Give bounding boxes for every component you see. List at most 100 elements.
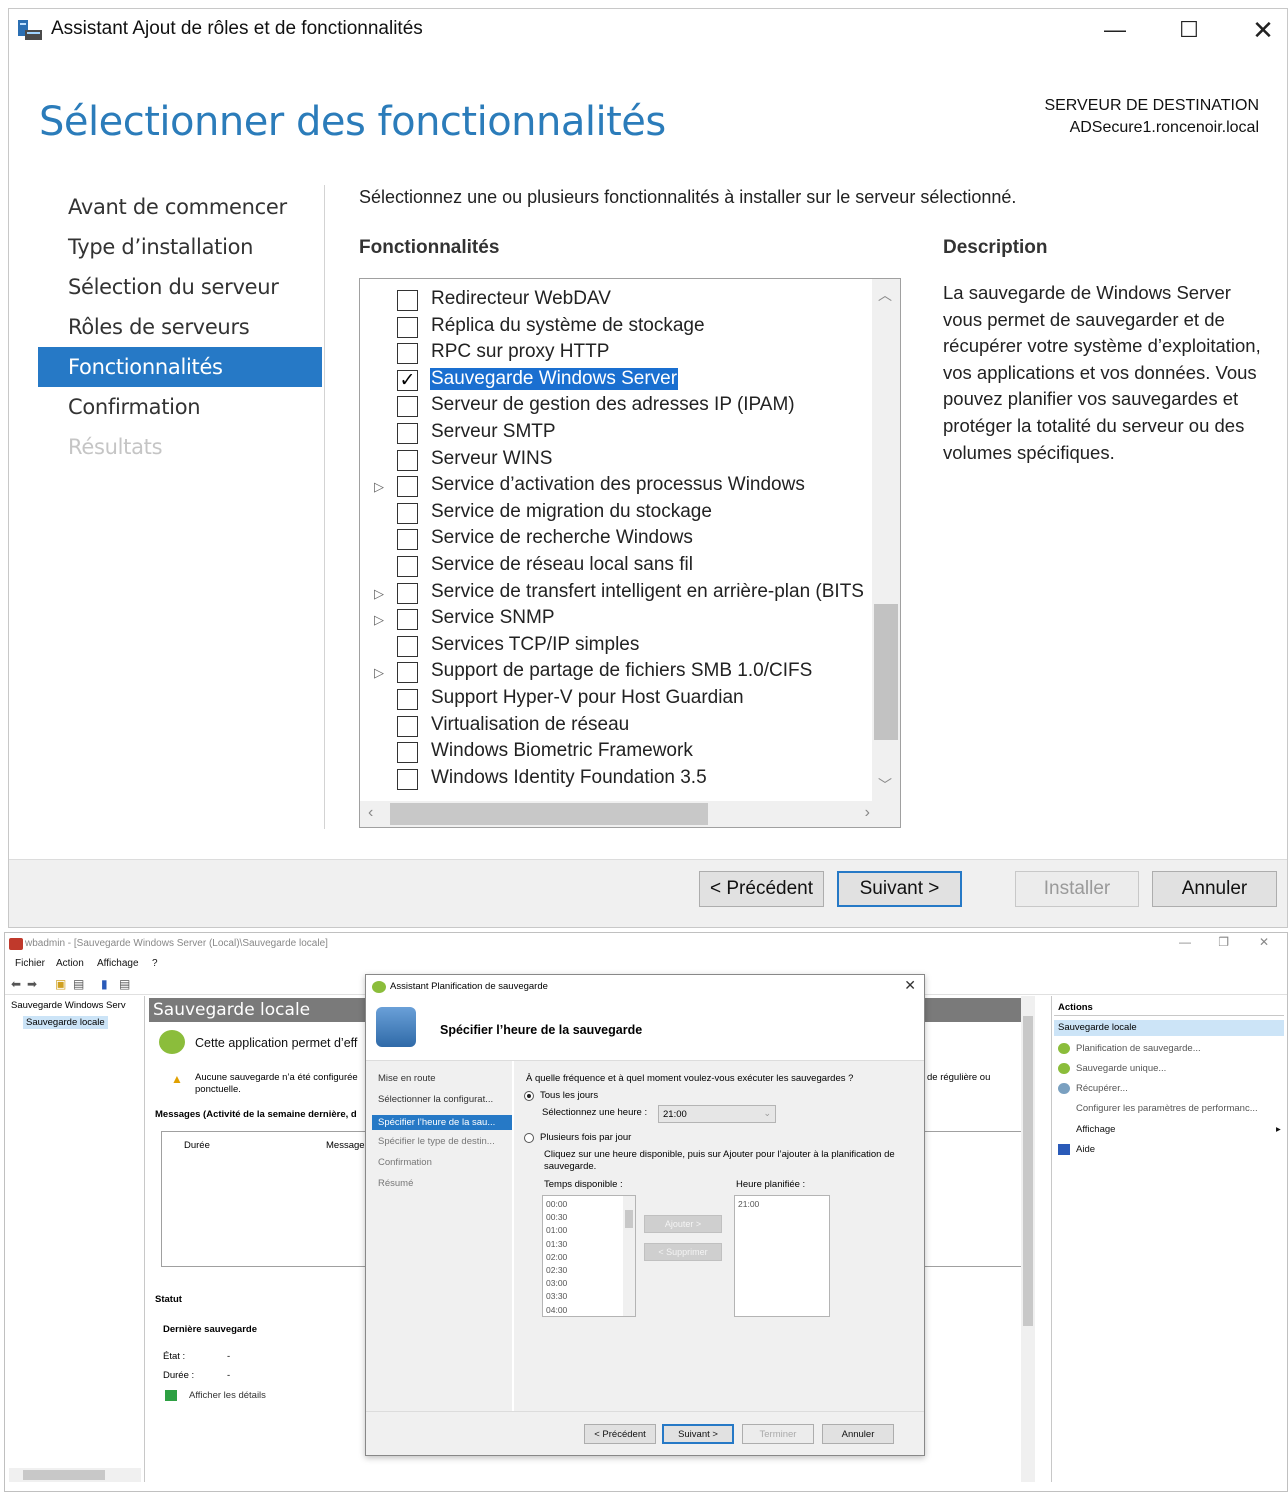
nav-step-4[interactable]: Rôles de serveurs [38,307,322,347]
expand-arrow-icon[interactable]: ▷ [374,665,384,681]
feature-label[interactable]: Serveur SMTP [430,421,557,443]
expand-arrow-icon[interactable]: ▷ [374,479,384,495]
nav-step-1[interactable]: Avant de commencer [38,187,322,227]
schedule-finish-button[interactable]: Terminer [742,1424,814,1444]
feature-checkbox[interactable] [397,502,418,524]
available-time-item[interactable]: 00:30 [546,1212,567,1222]
feature-row[interactable]: Windows Identity Foundation 3.5 [360,766,872,793]
feature-row[interactable]: Serveur de gestion des adresses IP (IPAM… [360,393,872,420]
multiple-radio-label[interactable]: Plusieurs fois par jour [540,1132,631,1143]
feature-row[interactable]: Service de réseau local sans fil [360,553,872,580]
center-scroll-thumb[interactable] [1023,1016,1033,1326]
nav-step-5[interactable]: Fonctionnalités [38,347,322,387]
available-time-item[interactable]: 04:00 [546,1305,567,1315]
tree-local-backup[interactable]: Sauvegarde locale [23,1016,108,1029]
feature-checkbox[interactable] [397,715,418,737]
feature-label[interactable]: Windows Identity Foundation 3.5 [430,767,708,789]
feature-checkbox[interactable] [397,609,418,631]
add-time-button[interactable]: Ajouter > [644,1215,722,1233]
back-arrow-icon[interactable]: ⬅ [11,977,21,991]
available-times-list[interactable]: 00:00 00:30 01:00 01:30 02:00 02:30 03:00 03:30… [542,1195,636,1317]
console-tree-icon[interactable]: ▤ [73,977,84,991]
expand-arrow-icon[interactable]: ▷ [374,586,384,602]
schedule-wizard-close-icon[interactable]: ✕ [904,977,916,994]
feature-row[interactable]: ▷ Support de partage de fichiers SMB 1.0/… [360,659,872,686]
feature-label[interactable]: Support Hyper-V pour Host Guardian [430,687,745,709]
available-scrollbar[interactable] [623,1196,635,1316]
available-time-item[interactable]: 01:30 [546,1239,567,1249]
feature-checkbox[interactable] [397,582,418,604]
feature-label[interactable]: Service de réseau local sans fil [430,554,694,576]
scroll-up-icon[interactable]: ︿ [878,285,892,305]
feature-label[interactable]: Services TCP/IP simples [430,634,640,656]
feature-row[interactable]: Serveur SMTP [360,420,872,447]
schedule-step-4[interactable]: Spécifier le type de destin... [378,1136,510,1147]
feature-row[interactable]: ✓ Sauvegarde Windows Server [360,367,872,394]
features-vertical-scrollbar[interactable]: ︿ ﹀ [872,279,900,801]
feature-checkbox[interactable] [397,290,418,311]
feature-label[interactable]: Redirecteur WebDAV [430,288,612,310]
nav-step-3[interactable]: Sélection du serveur [38,267,322,307]
feature-label[interactable]: Support de partage de fichiers SMB 1.0/C… [430,660,813,682]
feature-row[interactable]: ▷ Service SNMP [360,606,872,633]
minimize-button[interactable]: — [1093,13,1137,47]
feature-row[interactable]: Service de migration du stockage [360,500,872,527]
feature-label[interactable]: Windows Biometric Framework [430,740,694,762]
feature-checkbox[interactable] [397,768,418,790]
menu-view[interactable]: Affichage [97,958,139,969]
time-select[interactable]: 21:00 ⌄ [658,1105,776,1123]
feature-checkbox[interactable]: ✓ [397,369,418,391]
install-button[interactable]: Installer [1015,871,1139,907]
show-details-link[interactable]: Afficher les détails [189,1390,266,1401]
wbadmin-minimize-icon[interactable]: — [1179,935,1191,949]
daily-radio-label[interactable]: Tous les jours [540,1090,598,1101]
feature-label[interactable]: Réplica du système de stockage [430,315,706,337]
multiple-radio[interactable] [524,1133,534,1143]
expand-arrow-icon[interactable]: ▷ [374,612,384,628]
feature-label[interactable]: Virtualisation de réseau [430,714,630,736]
feature-checkbox[interactable] [397,688,418,710]
feature-checkbox[interactable] [397,529,418,551]
feature-row[interactable]: Réplica du système de stockage [360,314,872,341]
feature-row[interactable]: Windows Biometric Framework [360,739,872,766]
feature-checkbox[interactable] [397,343,418,365]
action-schedule-backup[interactable]: Planification de sauvegarde... [1076,1043,1201,1054]
feature-row[interactable]: Serveur WINS [360,447,872,474]
action-help[interactable]: Aide [1076,1144,1095,1155]
scheduled-times-list[interactable]: 21:00 [734,1195,830,1317]
features-horizontal-scrollbar[interactable]: ‹ › [360,801,900,827]
feature-checkbox[interactable] [397,449,418,471]
feature-row[interactable]: ▷ Service d’activation des processus Wind… [360,473,872,500]
tree-horizontal-scrollbar[interactable] [9,1468,141,1482]
feature-label[interactable]: Service d’activation des processus Windo… [430,474,806,496]
feature-checkbox[interactable] [397,555,418,577]
remove-time-button[interactable]: < Supprimer [644,1243,722,1261]
cancel-button[interactable]: Annuler [1152,871,1277,907]
feature-label[interactable]: Service SNMP [430,607,556,629]
action-view[interactable]: Affichage [1076,1124,1115,1135]
actions-section[interactable]: Sauvegarde locale [1054,1020,1284,1036]
wbadmin-restore-icon[interactable]: ❐ [1218,935,1229,949]
wbadmin-close-icon[interactable]: ✕ [1259,935,1269,949]
feature-label[interactable]: RPC sur proxy HTTP [430,341,610,363]
feature-row[interactable]: ▷ Service de transfert intelligent en arr… [360,580,872,607]
scroll-left-icon[interactable]: ‹ [368,804,373,822]
feature-checkbox[interactable] [397,476,418,498]
feature-row[interactable]: Support Hyper-V pour Host Guardian [360,686,872,713]
feature-label[interactable]: Serveur de gestion des adresses IP (IPAM… [430,394,796,416]
available-time-item[interactable]: 00:00 [546,1199,567,1209]
scroll-down-icon[interactable]: ﹀ [878,775,892,795]
available-time-item[interactable]: 03:00 [546,1278,567,1288]
schedule-cancel-button[interactable]: Annuler [822,1424,894,1444]
action-recover[interactable]: Récupérer... [1076,1083,1128,1094]
schedule-step-5[interactable]: Confirmation [378,1157,510,1168]
details-arrow-icon[interactable] [165,1390,177,1401]
properties-icon[interactable]: ▤ [119,977,130,991]
schedule-step-6[interactable]: Résumé [378,1178,510,1189]
menu-action[interactable]: Action [56,958,84,969]
schedule-step-1[interactable]: Mise en route [378,1073,510,1084]
feature-label[interactable]: Serveur WINS [430,448,553,470]
schedule-next-button[interactable]: Suivant > [662,1424,734,1444]
daily-radio[interactable] [524,1091,534,1101]
available-time-item[interactable]: 03:30 [546,1291,567,1301]
